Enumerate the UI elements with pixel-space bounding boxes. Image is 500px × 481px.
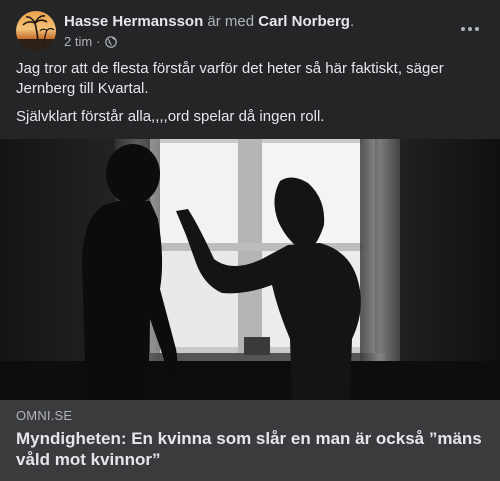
meta-separator: ·: [96, 34, 101, 49]
author-avatar[interactable]: [16, 11, 56, 51]
period: .: [349, 13, 355, 30]
post-text: Jag tror att de flesta förstår varför de…: [16, 59, 476, 135]
post-timestamp[interactable]: 2 tim: [64, 34, 92, 50]
link-headline[interactable]: Myndigheten: En kvinna som slår en man ä…: [16, 428, 486, 470]
post-meta: 2 tim ·: [64, 34, 117, 50]
post-paragraph: Självklart förstår alla,,,,ord spelar då…: [16, 108, 325, 125]
link-domain: OMNI.SE: [16, 408, 73, 423]
link-preview-caption[interactable]: OMNI.SE Myndigheten: En kvinna som slår …: [0, 400, 500, 481]
post-card: Hasse Hermansson är med Carl Norberg. 2 …: [0, 0, 500, 481]
silhouette-photo: [0, 139, 500, 400]
tagged-name[interactable]: Carl Norberg: [258, 13, 350, 30]
with-text: är med: [207, 13, 255, 30]
more-dot-icon: [475, 27, 479, 31]
post-header: Hasse Hermansson är med Carl Norberg. 2 …: [16, 11, 484, 55]
globe-icon[interactable]: [104, 36, 117, 48]
post-paragraph: Jag tror att de flesta förstår varför de…: [16, 60, 444, 97]
post-author-line: Hasse Hermansson är med Carl Norberg.: [64, 13, 354, 31]
avatar-palm-image: [16, 15, 56, 51]
more-dot-icon: [468, 27, 472, 31]
more-dot-icon: [461, 27, 465, 31]
more-options-button[interactable]: [456, 17, 484, 41]
link-preview-image[interactable]: [0, 139, 500, 400]
author-name[interactable]: Hasse Hermansson: [64, 13, 203, 30]
